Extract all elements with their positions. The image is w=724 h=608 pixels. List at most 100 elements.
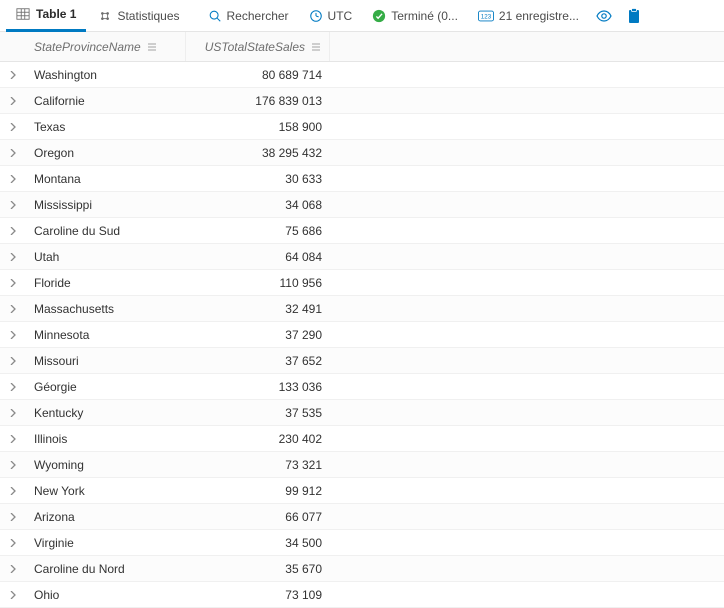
cell-state: Caroline du Nord [26, 562, 186, 576]
expand-row-button[interactable] [0, 97, 26, 105]
chevron-right-icon [9, 435, 17, 443]
table-row[interactable]: Arizona66 077 [0, 504, 724, 530]
table-icon [16, 7, 30, 21]
expand-row-button[interactable] [0, 461, 26, 469]
search-button[interactable]: Rechercher [200, 0, 297, 32]
expand-row-button[interactable] [0, 331, 26, 339]
cell-state: Minnesota [26, 328, 186, 342]
cell-state: Massachusetts [26, 302, 186, 316]
search-icon [208, 9, 222, 23]
tab-table-label: Table 1 [36, 7, 76, 21]
column-menu-icon[interactable] [147, 42, 157, 52]
chevron-right-icon [9, 279, 17, 287]
chevron-right-icon [9, 565, 17, 573]
clock-icon [309, 9, 323, 23]
column-menu-icon[interactable] [311, 42, 321, 52]
cell-sales: 37 535 [186, 406, 330, 420]
cell-state: Géorgie [26, 380, 186, 394]
table-row[interactable]: Wyoming73 321 [0, 452, 724, 478]
tab-statistics[interactable]: Statistiques [90, 0, 187, 32]
table-row[interactable]: Massachusetts32 491 [0, 296, 724, 322]
time-button[interactable]: UTC [301, 0, 361, 32]
expand-row-button[interactable] [0, 279, 26, 287]
cell-sales: 64 084 [186, 250, 330, 264]
chevron-right-icon [9, 71, 17, 79]
table-row[interactable]: New York99 912 [0, 478, 724, 504]
visibility-button[interactable] [591, 0, 617, 32]
cell-sales: 110 956 [186, 276, 330, 290]
table-row[interactable]: Washington80 689 714 [0, 62, 724, 88]
cell-sales: 30 633 [186, 172, 330, 186]
svg-text:123: 123 [481, 13, 492, 20]
clipboard-button[interactable] [621, 0, 647, 32]
table-body: Washington80 689 714Californie176 839 01… [0, 62, 724, 608]
cell-sales: 37 652 [186, 354, 330, 368]
expand-row-button[interactable] [0, 71, 26, 79]
cell-sales: 38 295 432 [186, 146, 330, 160]
table-row[interactable]: Texas158 900 [0, 114, 724, 140]
table-row[interactable]: Californie176 839 013 [0, 88, 724, 114]
table-row[interactable]: Virginie34 500 [0, 530, 724, 556]
status-indicator[interactable]: Terminé (0... [364, 0, 466, 32]
cell-sales: 230 402 [186, 432, 330, 446]
toolbar: Table 1 Statistiques Rechercher UTC Term… [0, 0, 724, 32]
chevron-right-icon [9, 487, 17, 495]
table-row[interactable]: Montana30 633 [0, 166, 724, 192]
expand-row-button[interactable] [0, 357, 26, 365]
cell-sales: 133 036 [186, 380, 330, 394]
expand-row-button[interactable] [0, 435, 26, 443]
table-row[interactable]: Caroline du Nord35 670 [0, 556, 724, 582]
expand-row-button[interactable] [0, 409, 26, 417]
tab-table[interactable]: Table 1 [6, 0, 86, 32]
expand-row-button[interactable] [0, 123, 26, 131]
expand-row-button[interactable] [0, 565, 26, 573]
cell-state: Illinois [26, 432, 186, 446]
table-row[interactable]: Illinois230 402 [0, 426, 724, 452]
table-row[interactable]: Missouri37 652 [0, 348, 724, 374]
records-icon: 123 [478, 10, 494, 22]
expand-row-button[interactable] [0, 383, 26, 391]
records-button[interactable]: 123 21 enregistre... [470, 0, 587, 32]
table-row[interactable]: Kentucky37 535 [0, 400, 724, 426]
expand-row-button[interactable] [0, 305, 26, 313]
column-header-state[interactable]: StateProvinceName [26, 32, 186, 61]
cell-state: Arizona [26, 510, 186, 524]
cell-state: Caroline du Sud [26, 224, 186, 238]
expand-row-button[interactable] [0, 253, 26, 261]
expand-row-button[interactable] [0, 227, 26, 235]
expand-row-button[interactable] [0, 175, 26, 183]
cell-state: Kentucky [26, 406, 186, 420]
cell-state: Floride [26, 276, 186, 290]
column-state-label: StateProvinceName [34, 40, 141, 54]
cell-state: Wyoming [26, 458, 186, 472]
expand-row-button[interactable] [0, 487, 26, 495]
table-row[interactable]: Oregon38 295 432 [0, 140, 724, 166]
table-row[interactable]: Minnesota37 290 [0, 322, 724, 348]
cell-state: Missouri [26, 354, 186, 368]
table-header: StateProvinceName USTotalStateSales [0, 32, 724, 62]
cell-state: Virginie [26, 536, 186, 550]
cell-state: Montana [26, 172, 186, 186]
cell-sales: 73 321 [186, 458, 330, 472]
expand-row-button[interactable] [0, 539, 26, 547]
table-row[interactable]: Mississippi34 068 [0, 192, 724, 218]
cell-sales: 80 689 714 [186, 68, 330, 82]
expand-row-button[interactable] [0, 513, 26, 521]
column-header-sales[interactable]: USTotalStateSales [186, 32, 330, 61]
clipboard-icon [627, 8, 641, 24]
cell-sales: 158 900 [186, 120, 330, 134]
search-label: Rechercher [227, 9, 289, 23]
expand-row-button[interactable] [0, 201, 26, 209]
cell-sales: 34 500 [186, 536, 330, 550]
cell-sales: 99 912 [186, 484, 330, 498]
table-row[interactable]: Géorgie133 036 [0, 374, 724, 400]
chevron-right-icon [9, 123, 17, 131]
expand-row-button[interactable] [0, 149, 26, 157]
cell-sales: 37 290 [186, 328, 330, 342]
table-row[interactable]: Ohio73 109 [0, 582, 724, 608]
table-row[interactable]: Caroline du Sud75 686 [0, 218, 724, 244]
table-row[interactable]: Floride110 956 [0, 270, 724, 296]
table-row[interactable]: Utah64 084 [0, 244, 724, 270]
expand-row-button[interactable] [0, 591, 26, 599]
cell-state: Oregon [26, 146, 186, 160]
